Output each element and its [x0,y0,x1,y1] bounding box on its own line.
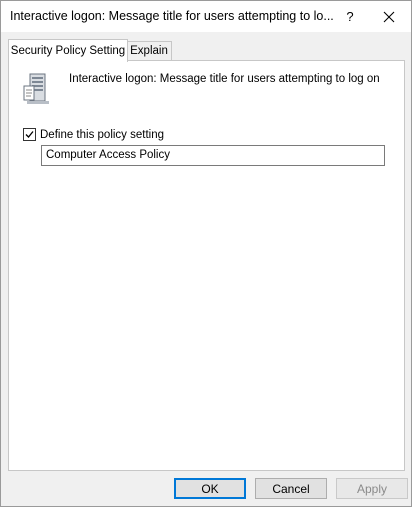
help-button[interactable]: ? [333,1,367,32]
define-policy-row: Define this policy setting [23,128,164,141]
tab-label: Security Policy Setting [10,45,126,57]
define-policy-checkbox[interactable] [23,128,36,141]
policy-title: Interactive logon: Message title for use… [69,73,380,85]
tab-panel: Interactive logon: Message title for use… [8,60,405,471]
apply-button[interactable]: Apply [336,478,408,499]
help-label: ? [346,9,354,24]
apply-label: Apply [356,481,388,496]
title-bar: Interactive logon: Message title for use… [1,1,411,32]
ok-button[interactable]: OK [174,478,246,499]
policy-dialog: Interactive logon: Message title for use… [0,0,412,507]
checkmark-icon [25,131,34,138]
server-policy-icon [23,73,49,104]
tab-security-policy-setting[interactable]: Security Policy Setting [8,39,128,62]
cancel-button[interactable]: Cancel [255,478,327,499]
close-button[interactable] [367,1,411,32]
tab-label: Explain [130,45,168,57]
ok-label: OK [201,481,219,496]
close-icon [383,11,395,22]
policy-value-input[interactable] [41,145,385,166]
tab-explain[interactable]: Explain [126,41,172,60]
cancel-label: Cancel [272,481,310,496]
define-policy-label[interactable]: Define this policy setting [40,129,164,141]
window-title: Interactive logon: Message title for use… [10,9,334,23]
